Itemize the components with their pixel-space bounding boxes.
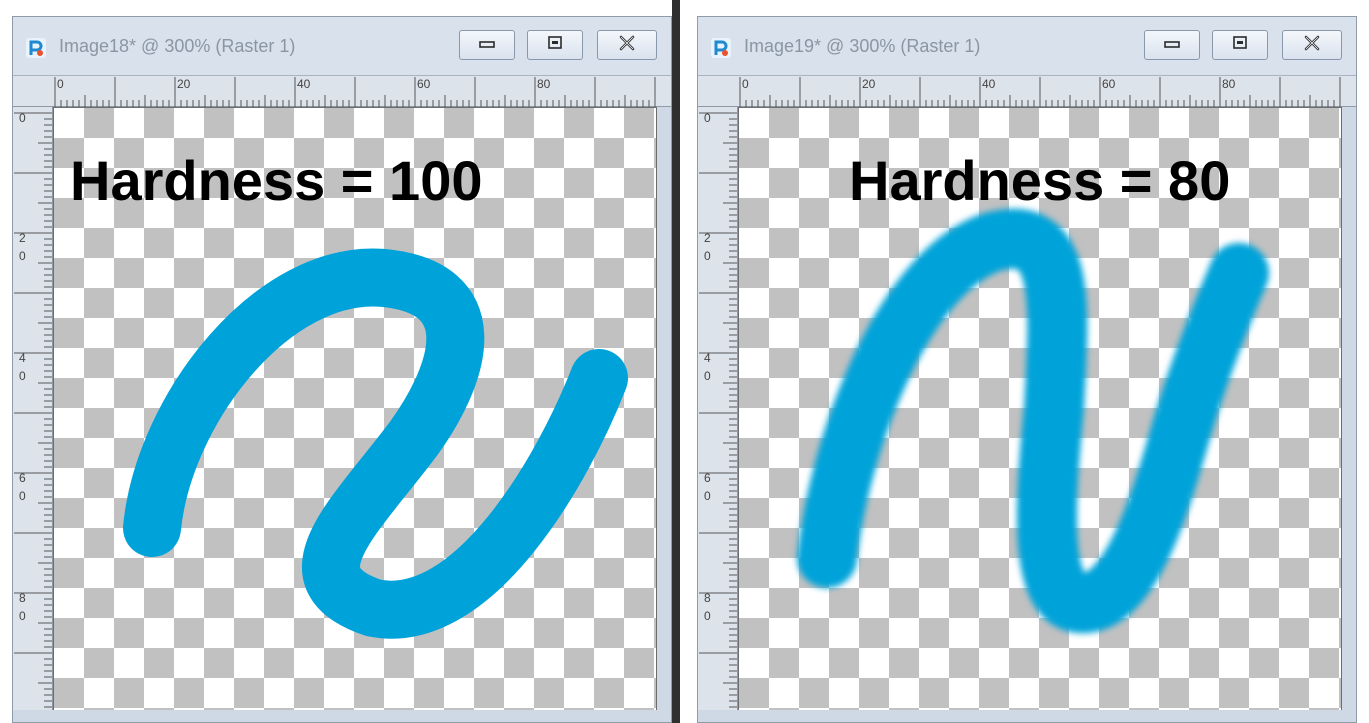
restore-button[interactable]: [1212, 30, 1268, 60]
window-title: Image19* @ 300% (Raster 1): [744, 36, 981, 56]
ruler-label: 6: [19, 471, 26, 485]
ruler-label: 4: [704, 351, 711, 365]
ruler-label: 8: [19, 591, 26, 605]
ruler-label: 20: [177, 77, 191, 91]
ruler-label: 2: [704, 231, 711, 245]
window-divider: [672, 0, 680, 723]
close-icon: [1302, 35, 1322, 56]
minimize-button[interactable]: [1144, 30, 1200, 60]
window-title: Image18* @ 300% (Raster 1): [59, 36, 296, 56]
horizontal-ruler[interactable]: 0 20 40 60 80: [698, 75, 1356, 107]
ruler-label: 0: [19, 111, 26, 125]
close-button[interactable]: [597, 30, 657, 60]
ruler-label: 80: [537, 77, 551, 91]
window-titlebar[interactable]: Image18* @ 300% (Raster 1): [13, 17, 671, 75]
ruler-label: 6: [704, 471, 711, 485]
image-canvas[interactable]: Hardness = 80: [738, 107, 1342, 712]
ruler-label: 2: [19, 231, 26, 245]
window-bottom-border: [13, 710, 671, 722]
window-bottom-border: [698, 710, 1356, 722]
restore-icon: [546, 35, 564, 56]
workspace: Image18* @ 300% (Raster 1) 0 20 40 60 80…: [0, 0, 1369, 723]
ruler-label: 0: [704, 111, 711, 125]
close-icon: [617, 35, 637, 56]
ruler-label: 0: [19, 249, 26, 263]
ruler-label: 0: [704, 369, 711, 383]
paintshop-pro-icon: [25, 37, 47, 59]
ruler-label: 0: [19, 489, 26, 503]
ruler-label: 0: [704, 609, 711, 623]
minimize-button[interactable]: [459, 30, 515, 60]
restore-icon: [1231, 35, 1249, 56]
ruler-label: 0: [19, 609, 26, 623]
restore-button[interactable]: [527, 30, 583, 60]
hardness-label: Hardness = 80: [849, 149, 1231, 212]
ruler-label: 60: [1102, 77, 1116, 91]
ruler-label: 4: [19, 351, 26, 365]
vertical-ruler[interactable]: 0 2 0 4 0 6 0 8 0: [698, 107, 738, 722]
ruler-label: 40: [297, 77, 311, 91]
horizontal-ruler[interactable]: 0 20 40 60 80: [13, 75, 671, 107]
ruler-label: 20: [862, 77, 876, 91]
ruler-label: 80: [1222, 77, 1236, 91]
ruler-label: 60: [417, 77, 431, 91]
ruler-label: 0: [742, 77, 749, 91]
window-titlebar[interactable]: Image19* @ 300% (Raster 1): [698, 17, 1356, 75]
image-window-2[interactable]: Image19* @ 300% (Raster 1) 0 20 40 60 80…: [697, 16, 1357, 723]
minimize-icon: [1163, 36, 1181, 54]
vertical-ruler[interactable]: 0 2 0 4 0 6 0 8 0: [13, 107, 53, 722]
ruler-label: 0: [704, 249, 711, 263]
paintshop-pro-icon: [710, 37, 732, 59]
ruler-label: 40: [982, 77, 996, 91]
ruler-label: 8: [704, 591, 711, 605]
close-button[interactable]: [1282, 30, 1342, 60]
ruler-label: 0: [19, 369, 26, 383]
image-canvas[interactable]: Hardness = 100: [53, 107, 657, 712]
ruler-label: 0: [57, 77, 64, 91]
image-window-1[interactable]: Image18* @ 300% (Raster 1) 0 20 40 60 80…: [12, 16, 672, 723]
hardness-label: Hardness = 100: [70, 149, 483, 212]
ruler-label: 0: [704, 489, 711, 503]
minimize-icon: [478, 36, 496, 54]
